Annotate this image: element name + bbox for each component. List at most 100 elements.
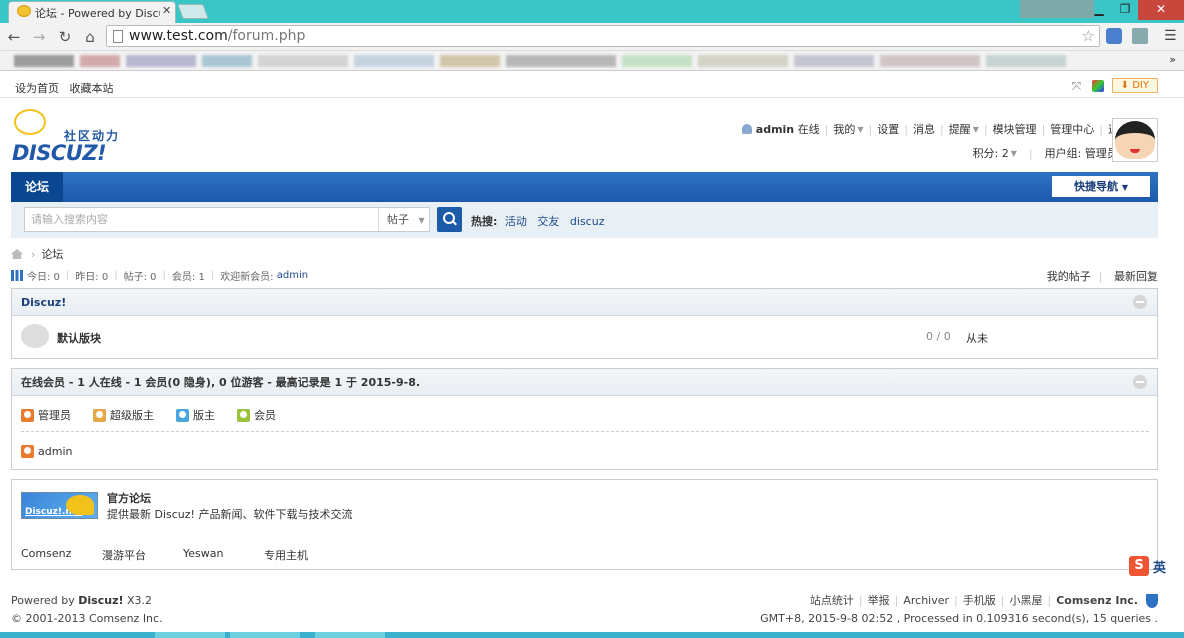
module-admin-link[interactable]: 模块管理 bbox=[993, 121, 1037, 137]
bookmark-item[interactable] bbox=[354, 54, 434, 67]
footer-link[interactable]: 手机版 bbox=[963, 592, 996, 610]
text-link[interactable]: Yeswan bbox=[183, 547, 264, 563]
avatar[interactable] bbox=[1112, 118, 1158, 162]
home-icon[interactable] bbox=[11, 249, 23, 259]
bookmark-site-link[interactable]: 收藏本站 bbox=[70, 82, 114, 95]
footer-link[interactable]: Archiver bbox=[903, 592, 949, 610]
link-title[interactable]: 官方论坛 bbox=[107, 490, 151, 506]
notifications-menu[interactable]: 提醒 bbox=[949, 121, 971, 137]
ime-lang[interactable]: 英 bbox=[1153, 557, 1166, 576]
footer-link[interactable]: 小黑屋 bbox=[1009, 592, 1042, 610]
bookmark-item[interactable] bbox=[202, 54, 252, 67]
bookmark-item[interactable] bbox=[440, 54, 500, 67]
bookmark-item[interactable] bbox=[622, 54, 692, 67]
back-icon[interactable]: ← bbox=[4, 27, 24, 47]
forward-icon[interactable]: → bbox=[29, 27, 49, 47]
powered-by: Powered by Discuz! X3.2 bbox=[11, 592, 163, 610]
extension-icon[interactable] bbox=[1106, 28, 1122, 44]
menu-icon[interactable]: ☰ bbox=[1164, 28, 1177, 44]
credits-menu[interactable]: 积分: 2 bbox=[973, 145, 1009, 161]
window-close-icon[interactable]: ✕ bbox=[1138, 0, 1184, 20]
maximize-icon[interactable]: ❐ bbox=[1112, 0, 1138, 20]
new-tab-button[interactable] bbox=[177, 4, 209, 19]
user-info: 积分: 2▼ | 用户组: 管理员▼ bbox=[973, 145, 1126, 161]
breadcrumb-separator: › bbox=[31, 247, 36, 261]
usergroup-menu[interactable]: 用户组: 管理员 bbox=[1045, 145, 1118, 161]
text-link[interactable]: 专用主机 bbox=[264, 547, 345, 563]
site-logo[interactable]: 社区动力 DISCUZ! bbox=[12, 108, 130, 166]
stat-posts: 帖子: 0 bbox=[123, 272, 157, 283]
messages-link[interactable]: 消息 bbox=[913, 121, 935, 137]
forum-name-link[interactable]: 默认版块 bbox=[57, 330, 101, 346]
bookmark-item[interactable] bbox=[126, 54, 196, 67]
reload-icon[interactable]: ↻ bbox=[55, 27, 75, 47]
category-title[interactable]: Discuz! bbox=[21, 296, 66, 309]
more-bookmarks-icon[interactable]: » bbox=[1169, 53, 1176, 66]
avatar-face-icon bbox=[1115, 121, 1155, 159]
text-link[interactable]: 漫游平台 bbox=[102, 547, 183, 563]
divider bbox=[21, 431, 1149, 432]
footer-link[interactable]: 举报 bbox=[868, 592, 890, 610]
hot-search-link[interactable]: discuz bbox=[570, 215, 605, 228]
footer-links: 站点统计 | 举报 | Archiver | 手机版 | 小黑屋 | Comsenz In… bbox=[760, 592, 1158, 610]
username-link[interactable]: admin bbox=[756, 123, 794, 136]
bookmark-item[interactable] bbox=[14, 54, 74, 67]
discuz-net-banner[interactable]: Discuz!.net bbox=[21, 492, 98, 519]
bookmark-item[interactable] bbox=[506, 54, 616, 67]
hot-search-link[interactable]: 活动 bbox=[505, 215, 527, 228]
set-homepage-link[interactable]: 设为首页 bbox=[15, 82, 59, 95]
bookmark-item[interactable] bbox=[986, 54, 1066, 67]
bookmark-item[interactable] bbox=[880, 54, 980, 67]
search-type-select[interactable]: 帖子 ▼ bbox=[378, 207, 430, 232]
close-tab-icon[interactable]: ✕ bbox=[162, 4, 171, 17]
hot-search-link[interactable]: 交友 bbox=[537, 215, 559, 228]
url-text: www.test.com/forum.php bbox=[129, 28, 305, 44]
taskbar-item[interactable] bbox=[230, 632, 300, 638]
stat-yesterday: 昨日: 0 bbox=[75, 272, 109, 283]
quick-nav-label: 快捷导航 bbox=[1074, 180, 1118, 193]
company-link[interactable]: Comsenz Inc. bbox=[1056, 592, 1138, 610]
nav-tab-forum[interactable]: 论坛 bbox=[11, 172, 63, 202]
footer-link[interactable]: 站点统计 bbox=[810, 592, 854, 610]
bookmark-item[interactable] bbox=[80, 54, 120, 67]
style-icon[interactable] bbox=[1091, 79, 1104, 92]
newest-member-label: 欢迎新会员: bbox=[220, 272, 274, 283]
minimize-icon[interactable]: ▁ bbox=[1086, 0, 1112, 20]
browser-tab[interactable]: 论坛 - Powered by Discuz ✕ bbox=[8, 1, 176, 23]
collapse-icon[interactable] bbox=[1133, 375, 1147, 389]
admin-center-link[interactable]: 管理中心 bbox=[1050, 121, 1094, 137]
bookmark-item[interactable] bbox=[258, 54, 348, 67]
text-link[interactable]: Comsenz bbox=[21, 547, 102, 563]
diy-button[interactable]: ⬇ DIY bbox=[1111, 78, 1158, 93]
taskbar-item[interactable] bbox=[155, 632, 225, 638]
my-menu[interactable]: 我的 bbox=[833, 121, 855, 137]
home-icon[interactable]: ⌂ bbox=[80, 27, 100, 47]
online-user-link[interactable]: admin bbox=[38, 445, 72, 458]
my-posts-link[interactable]: 我的帖子 bbox=[1047, 270, 1091, 283]
newest-member-link[interactable]: admin bbox=[277, 270, 308, 281]
shield-icon[interactable] bbox=[1146, 594, 1158, 608]
latest-replies-link[interactable]: 最新回复 bbox=[1114, 270, 1158, 283]
address-bar[interactable]: www.test.com/forum.php ☆ bbox=[106, 25, 1100, 47]
browser-titlebar: 论坛 - Powered by Discuz ✕ ▁ ❐ ✕ bbox=[0, 0, 1184, 23]
switch-width-icon[interactable]: ⤧ bbox=[1072, 80, 1084, 92]
diy-label: DIY bbox=[1132, 80, 1149, 91]
breadcrumb-current[interactable]: 论坛 bbox=[41, 246, 63, 262]
taskbar-item[interactable] bbox=[315, 632, 385, 638]
powered-brand-link[interactable]: Discuz! bbox=[78, 594, 123, 607]
extension-icon[interactable] bbox=[1132, 28, 1148, 44]
bookmark-item[interactable] bbox=[698, 54, 788, 67]
ime-widget[interactable]: S 英 bbox=[1129, 555, 1173, 577]
collapse-icon[interactable] bbox=[1133, 295, 1147, 309]
forum-last-post: 从未 bbox=[966, 332, 988, 345]
settings-link[interactable]: 设置 bbox=[877, 121, 899, 137]
online-status[interactable]: 在线 bbox=[798, 121, 820, 137]
chevron-down-icon: ▼ bbox=[418, 216, 425, 225]
search-button[interactable] bbox=[437, 207, 462, 232]
search-input[interactable]: 请输入搜索内容 bbox=[24, 207, 379, 232]
bookmark-item[interactable] bbox=[794, 54, 874, 67]
quick-nav-button[interactable]: 快捷导航 ▼ bbox=[1052, 176, 1150, 197]
bookmark-star-icon[interactable]: ☆ bbox=[1082, 27, 1095, 45]
version: X3.2 bbox=[123, 594, 153, 607]
stat-today: 今日: 0 bbox=[27, 272, 60, 283]
